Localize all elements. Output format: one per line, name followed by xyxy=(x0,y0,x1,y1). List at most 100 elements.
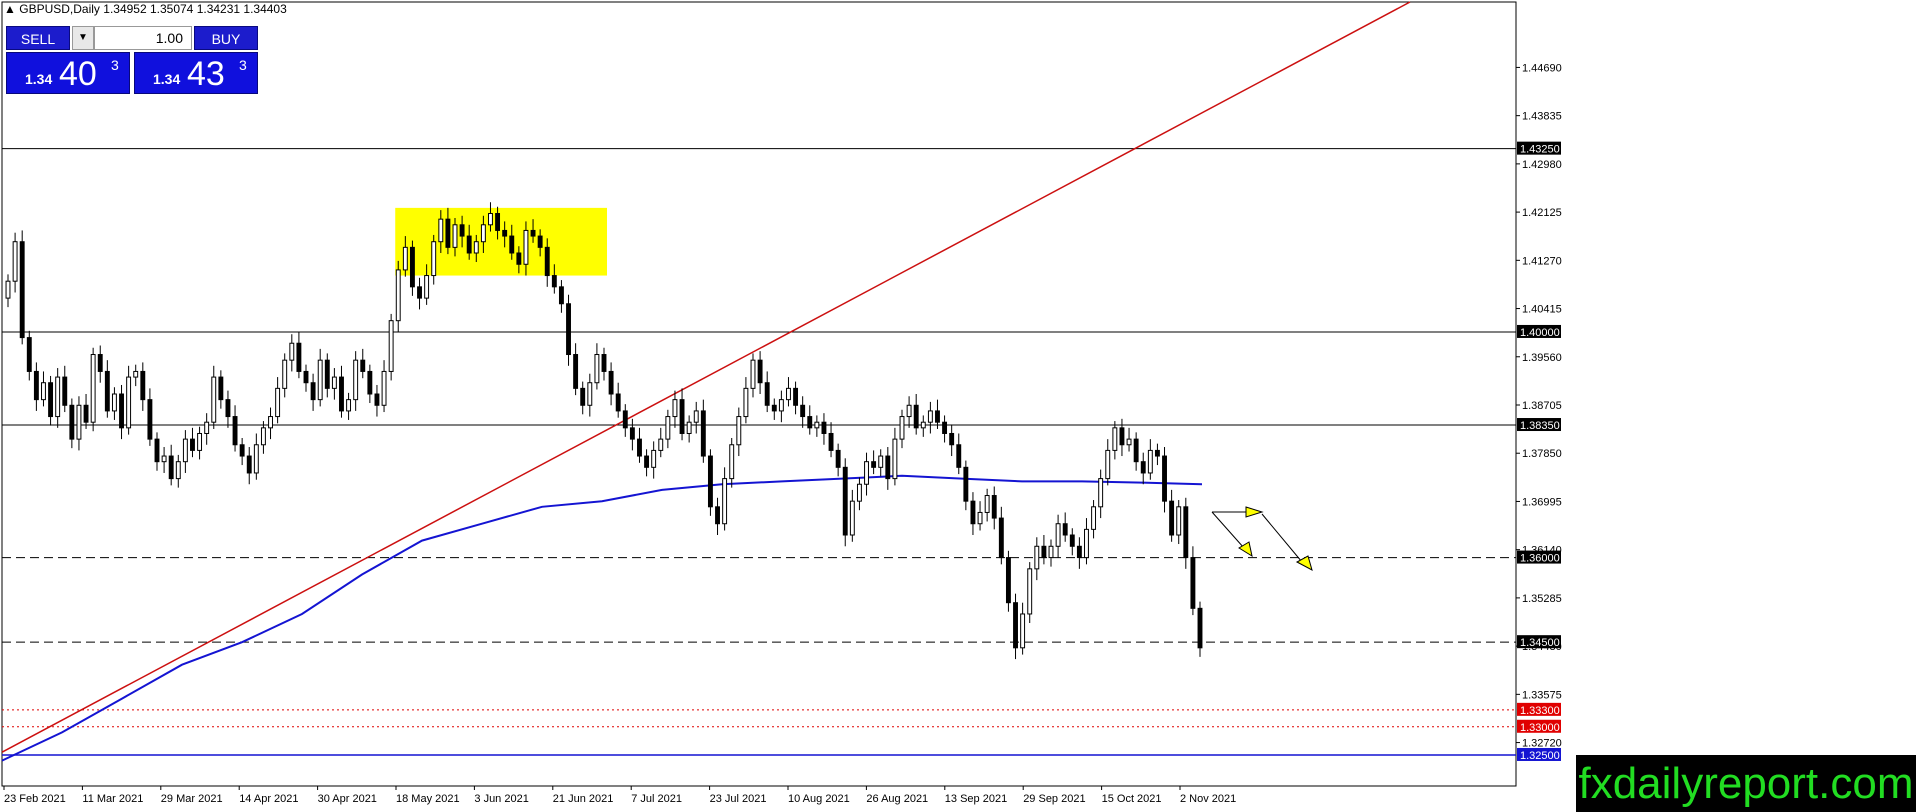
candle-bear xyxy=(459,224,465,237)
candle-bull xyxy=(41,382,46,401)
level-label-1.36000: 1.36000 xyxy=(1520,553,1560,565)
candle-bear xyxy=(1133,438,1139,463)
candle-bear xyxy=(190,438,195,451)
price-axis xyxy=(1516,2,1914,786)
price-chart[interactable]: 1.44690 1.43835 1.42980 1.42125 1.41270 1.404… xyxy=(0,0,1916,812)
candle-bull xyxy=(175,461,181,480)
candle-bear xyxy=(1183,506,1189,559)
candle-bear xyxy=(835,449,841,468)
candle-bull xyxy=(260,427,266,446)
candle-bear xyxy=(69,404,75,440)
candle-bull xyxy=(211,376,217,423)
candle-bull xyxy=(55,376,61,418)
y-tick-label: 1.32720 xyxy=(1522,738,1562,750)
candle-bull xyxy=(658,438,664,451)
candle-bull xyxy=(736,416,742,446)
candle-bear xyxy=(913,404,919,429)
x-axis-ticks: 23 Feb 2021 11 Mar 2021 29 Mar 2021 14 Apr … xyxy=(3,786,1236,805)
candle-bear xyxy=(225,399,231,418)
candle-bear xyxy=(33,370,39,401)
candle-bull xyxy=(1147,449,1153,474)
y-tick-label: 1.36995 xyxy=(1522,496,1562,508)
level-label-1.33000: 1.33000 xyxy=(1520,722,1560,734)
candle-bear xyxy=(1069,534,1075,547)
candle-bear xyxy=(558,286,564,305)
candle-bear xyxy=(573,354,579,389)
candle-bear xyxy=(942,421,948,434)
x-tick-label: 10 Aug 2021 xyxy=(788,793,850,805)
candle-bear xyxy=(509,235,515,254)
candle-bear xyxy=(637,438,642,457)
candle-bull xyxy=(76,404,82,440)
candle-bear xyxy=(871,461,877,468)
candle-bear xyxy=(409,246,415,288)
symbol-label: GBPUSD,Daily xyxy=(19,2,100,16)
candle-bull xyxy=(353,359,359,401)
buy-price-sup: 3 xyxy=(239,57,247,73)
candle-bull xyxy=(388,320,394,372)
candle-bull xyxy=(1091,506,1097,530)
buy-price-quote[interactable]: 1.34 43 3 xyxy=(134,52,258,94)
sell-price-prefix: 1.34 xyxy=(25,71,53,87)
candle-bear xyxy=(821,421,827,434)
sell-price-quote[interactable]: 1.34 40 3 xyxy=(6,52,130,94)
candle-bear xyxy=(800,404,806,418)
candle-bull xyxy=(1020,613,1026,649)
candle-bull xyxy=(864,461,869,485)
y-tick-label: 1.38705 xyxy=(1522,400,1562,412)
candle-bear xyxy=(537,235,543,248)
candle-bull xyxy=(1055,523,1061,547)
candle-bull xyxy=(204,421,210,434)
candle-bull xyxy=(849,500,855,536)
candle-bull xyxy=(317,359,323,401)
candle-bull xyxy=(1084,528,1089,559)
candle-bear xyxy=(1041,545,1047,559)
lot-size-input[interactable]: 1.00 xyxy=(94,26,192,50)
candle-bear xyxy=(1062,523,1068,536)
candle-bear xyxy=(168,455,174,480)
candle-bull xyxy=(133,370,139,378)
candle-bear xyxy=(885,455,891,480)
candle-bear xyxy=(807,416,813,429)
level-label-1.40000: 1.40000 xyxy=(1520,327,1560,339)
candle-bear xyxy=(495,213,501,231)
candle-bear xyxy=(119,393,124,429)
candle-bull xyxy=(331,376,337,389)
candle-bull xyxy=(12,241,18,282)
candle-bull xyxy=(282,359,288,389)
brand-logo: fxdailyreport.com xyxy=(1576,755,1916,812)
candle-bear xyxy=(339,376,344,412)
candle-bear xyxy=(1169,500,1175,536)
candle-bear xyxy=(48,382,54,418)
y-tick-label: 1.39560 xyxy=(1522,352,1562,364)
candle-bull xyxy=(672,399,678,418)
candle-bull xyxy=(395,269,401,322)
candle-bull xyxy=(1034,545,1040,570)
candle-bear xyxy=(828,432,834,451)
candle-bear xyxy=(1154,449,1160,457)
y-tick-label: 1.42980 xyxy=(1522,159,1562,171)
candle-bear xyxy=(793,387,799,406)
collapse-triangle-icon[interactable]: ▲ xyxy=(4,2,16,16)
candle-bear xyxy=(629,427,635,440)
candle-bear xyxy=(956,444,962,468)
candle-bear xyxy=(608,370,614,395)
x-tick-label: 18 May 2021 xyxy=(396,793,460,805)
candle-bull xyxy=(892,438,898,480)
candle-bull xyxy=(750,359,756,389)
sell-button[interactable]: SELL xyxy=(6,26,70,50)
candle-bear xyxy=(1140,461,1146,474)
y-tick-label: 1.41270 xyxy=(1522,255,1562,267)
candle-bear xyxy=(246,455,252,474)
candle-bear xyxy=(324,359,330,389)
x-tick-label: 21 Jun 2021 xyxy=(553,793,614,805)
candle-bear xyxy=(374,393,380,406)
candle-bear xyxy=(842,466,848,536)
x-tick-label: 2 Nov 2021 xyxy=(1180,793,1236,805)
lot-dropdown-arrow-icon[interactable]: ▼ xyxy=(72,26,94,50)
candle-bear xyxy=(26,337,32,372)
candle-bull xyxy=(587,382,593,406)
candle-bear xyxy=(566,303,571,356)
candle-bear xyxy=(417,286,422,299)
buy-button[interactable]: BUY xyxy=(194,26,258,50)
